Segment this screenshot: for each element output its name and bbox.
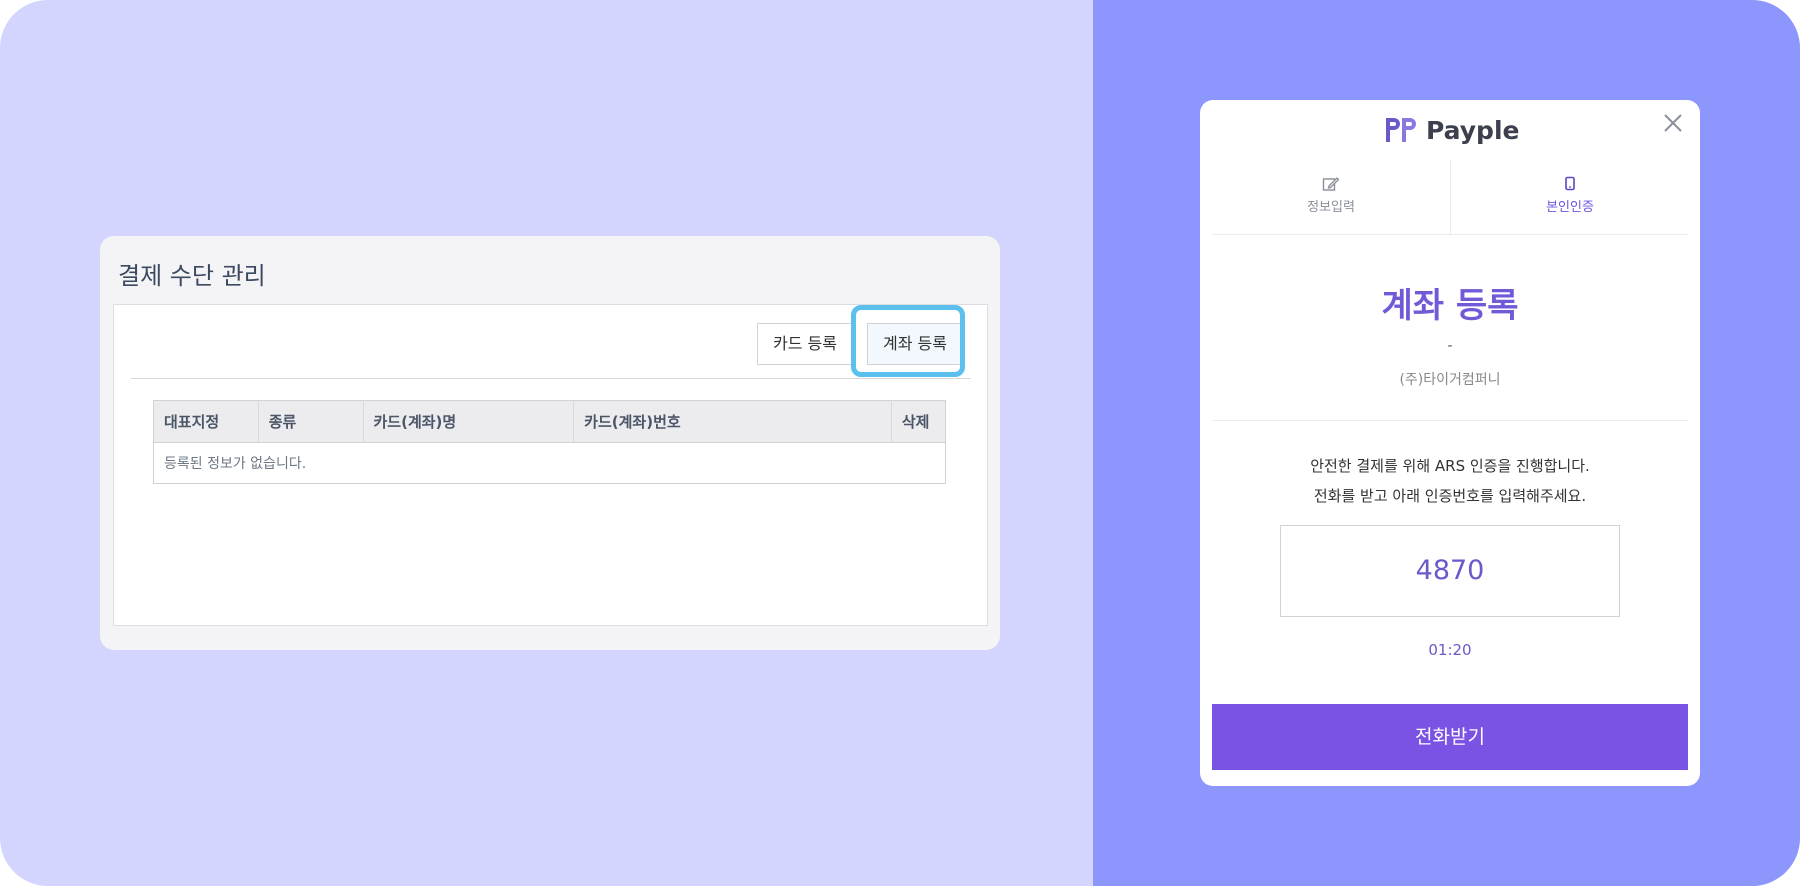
management-content: 카드 등록 계좌 등록 대표지정 종류 카드(계좌)명 카드(계좌)번호 삭제 xyxy=(113,304,988,626)
payple-logo-icon xyxy=(1386,118,1416,142)
page-title: 결제 수단 관리 xyxy=(118,262,266,290)
table-row: 등록된 정보가 없습니다. xyxy=(154,443,946,484)
payment-method-management-panel: 결제 수단 관리 카드 등록 계좌 등록 대표지정 종류 카드(계좌)명 카드(… xyxy=(100,236,1000,650)
account-register-button[interactable]: 계좌 등록 xyxy=(867,323,963,365)
empty-message: 등록된 정보가 없습니다. xyxy=(164,456,307,472)
tab-info-input[interactable]: 정보입력 xyxy=(1212,160,1450,234)
modal-dash: - xyxy=(1447,338,1453,354)
auth-code-display: 4870 xyxy=(1280,525,1620,617)
table-header-row: 대표지정 종류 카드(계좌)명 카드(계좌)번호 삭제 xyxy=(153,400,946,443)
section-divider xyxy=(1212,420,1688,421)
receive-call-button[interactable]: 전화받기 xyxy=(1212,704,1688,770)
company-name: (주)타이거컴퍼니 xyxy=(1399,372,1501,388)
instruction-line-2: 전화를 받고 아래 인증번호를 입력해주세요. xyxy=(1313,487,1587,505)
column-header-name: 카드(계좌)명 xyxy=(363,400,575,443)
payple-modal: Payple 정보입력 본인인증 계좌 등록 - (주)타이거컴퍼니 안전한 결… xyxy=(1200,100,1700,786)
column-header-default: 대표지정 xyxy=(153,400,259,443)
edit-icon xyxy=(1322,177,1340,191)
step-tabs: 정보입력 본인인증 xyxy=(1212,160,1688,235)
column-header-number: 카드(계좌)번호 xyxy=(573,400,892,443)
ars-instructions: 안전한 결제를 위해 ARS 인증을 진행합니다. 전화를 받고 아래 인증번호… xyxy=(1200,451,1700,511)
brand-name: Payple xyxy=(1426,115,1520,145)
tab-info-input-label: 정보입력 xyxy=(1307,200,1355,215)
card-register-button[interactable]: 카드 등록 xyxy=(757,323,853,365)
tab-identity-verification-label: 본인인증 xyxy=(1546,200,1594,215)
divider xyxy=(131,378,971,379)
close-icon[interactable] xyxy=(1660,110,1686,136)
modal-title: 계좌 등록 xyxy=(1381,286,1519,326)
instruction-line-1: 안전한 결제를 위해 ARS 인증을 진행합니다. xyxy=(1310,457,1590,475)
tab-identity-verification[interactable]: 본인인증 xyxy=(1450,160,1689,234)
mobile-phone-icon xyxy=(1565,176,1575,191)
payment-methods-table: 대표지정 종류 카드(계좌)명 카드(계좌)번호 삭제 등록된 정보가 없습니다… xyxy=(153,400,946,484)
screen-frame: 결제 수단 관리 카드 등록 계좌 등록 대표지정 종류 카드(계좌)명 카드(… xyxy=(0,0,1800,886)
column-header-delete: 삭제 xyxy=(891,400,946,443)
column-header-type: 종류 xyxy=(258,400,364,443)
brand-header: Payple xyxy=(1383,115,1519,145)
countdown-timer: 01:20 xyxy=(1428,641,1472,659)
